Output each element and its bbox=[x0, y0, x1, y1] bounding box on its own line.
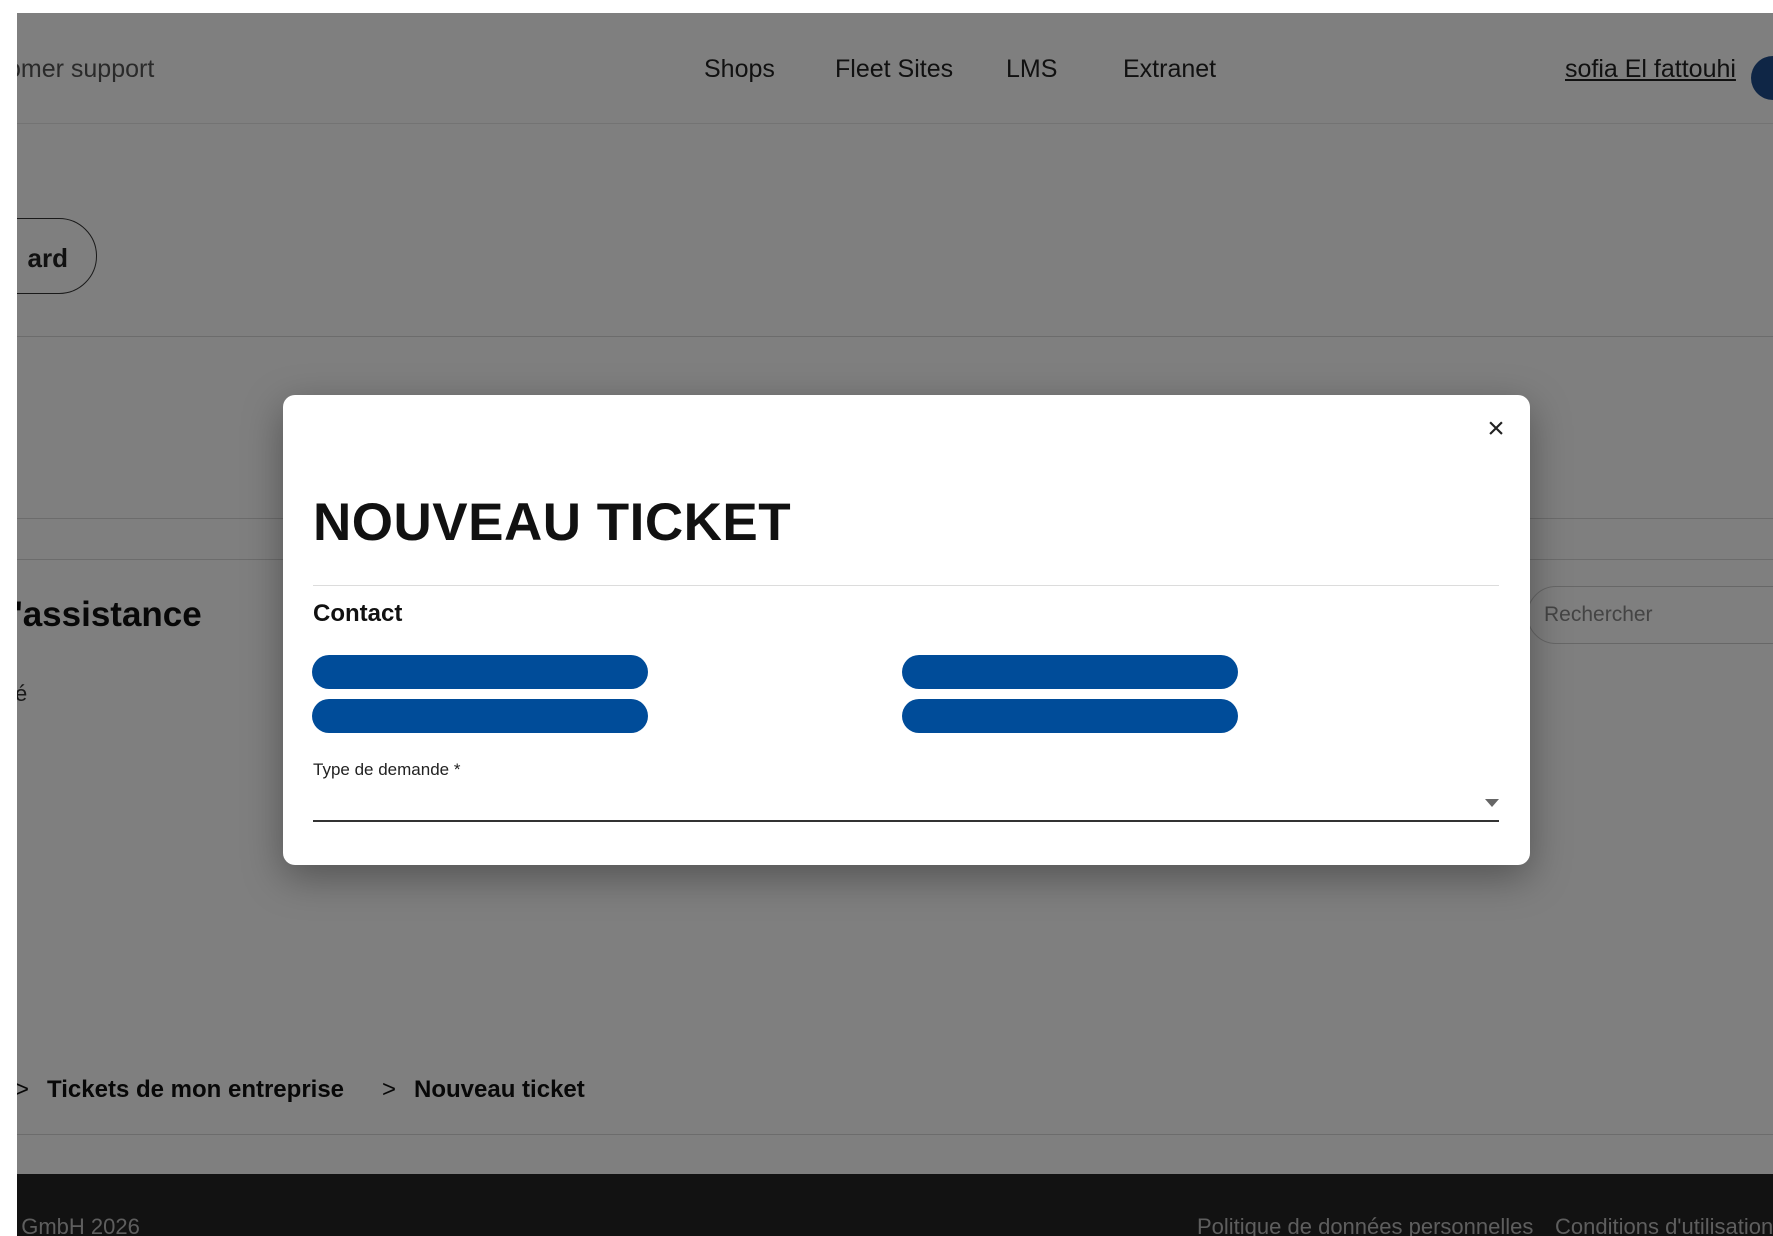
redacted-field bbox=[312, 699, 648, 733]
new-ticket-modal: × NOUVEAU TICKET Contact Type de demande… bbox=[283, 395, 1530, 865]
app-page: omer support Shops Fleet Sites LMS Extra… bbox=[17, 13, 1773, 1236]
redacted-field bbox=[902, 655, 1238, 689]
redacted-field bbox=[312, 655, 648, 689]
redacted-field bbox=[902, 699, 1238, 733]
request-type-label: Type de demande * bbox=[313, 760, 461, 779]
modal-divider bbox=[313, 585, 1499, 586]
request-type-select[interactable] bbox=[313, 780, 1499, 822]
contact-section-label: Contact bbox=[313, 600, 403, 627]
modal-title: NOUVEAU TICKET bbox=[313, 493, 792, 552]
close-icon[interactable]: × bbox=[1478, 411, 1514, 447]
chevron-down-icon[interactable] bbox=[1485, 799, 1499, 807]
